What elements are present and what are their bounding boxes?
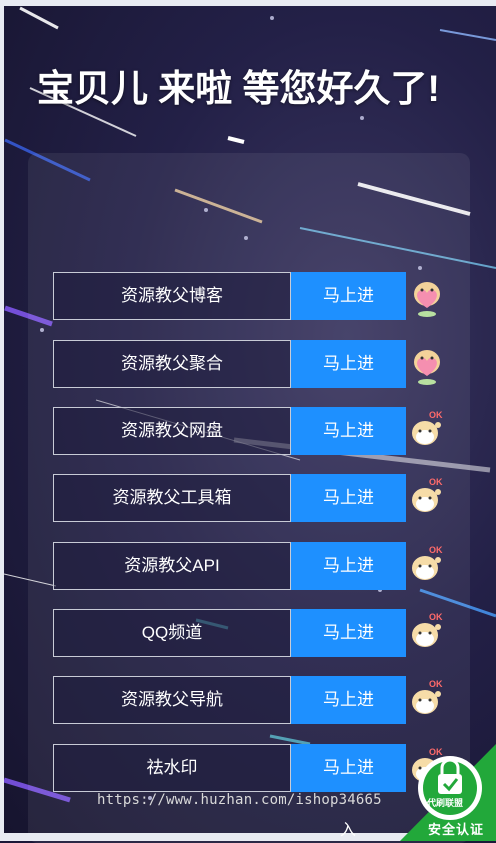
page-title: 宝贝儿 来啦 等您好久了! (37, 68, 440, 109)
svg-text:OK: OK (429, 679, 443, 689)
svg-text:OK: OK (429, 612, 443, 622)
ok-dog-sticker: OK (412, 477, 443, 512)
heart-dog-sticker (414, 282, 440, 317)
link-name[interactable]: 资源教父API (53, 542, 291, 590)
ok-dog-sticker: OK (412, 410, 443, 445)
ok-dog-sticker: OK (412, 545, 443, 580)
link-row: 资源教父工具箱 马上进 OK (53, 474, 493, 522)
left-border (0, 0, 4, 841)
heart-dog-sticker (414, 350, 440, 385)
ok-dog-sticker: OK (412, 679, 443, 714)
link-name[interactable]: 资源教父导航 (53, 676, 291, 724)
link-row: 资源教父API 马上进 OK (53, 542, 493, 590)
footer-text-fragment: 入 (340, 822, 357, 839)
svg-text:OK: OK (429, 545, 443, 555)
badge-text: 安全认证 (427, 822, 484, 837)
enter-button[interactable]: 马上进 (291, 407, 406, 455)
watermark-url: https://www.huzhan.com/ishop34665 (97, 792, 382, 808)
link-name[interactable]: 资源教父聚合 (53, 340, 291, 388)
enter-button[interactable]: 马上进 (291, 744, 406, 792)
enter-button[interactable]: 马上进 (291, 340, 406, 388)
enter-button[interactable]: 马上进 (291, 474, 406, 522)
link-row: QQ频道 马上进 OK (53, 609, 493, 657)
svg-text:OK: OK (429, 477, 443, 487)
link-name[interactable]: QQ频道 (53, 609, 291, 657)
badge-label: 代刷联盟 (426, 798, 463, 808)
svg-text:OK: OK (429, 410, 443, 420)
link-name[interactable]: 资源教父网盘 (53, 407, 291, 455)
enter-button[interactable]: 马上进 (291, 542, 406, 590)
link-name[interactable]: 资源教父工具箱 (53, 474, 291, 522)
link-row: 资源教父导航 马上进 OK (53, 676, 493, 724)
enter-button[interactable]: 马上进 (291, 272, 406, 320)
enter-button[interactable]: 马上进 (291, 676, 406, 724)
link-name[interactable]: 祛水印 (53, 744, 291, 792)
link-name[interactable]: 资源教父博客 (53, 272, 291, 320)
top-border (0, 0, 496, 6)
ok-dog-sticker: OK (412, 612, 443, 647)
enter-button[interactable]: 马上进 (291, 609, 406, 657)
link-row: 资源教父博客 马上进 (53, 272, 493, 320)
link-row: 资源教父网盘 马上进 OK (53, 407, 493, 455)
link-row: 资源教父聚合 马上进 (53, 340, 493, 388)
